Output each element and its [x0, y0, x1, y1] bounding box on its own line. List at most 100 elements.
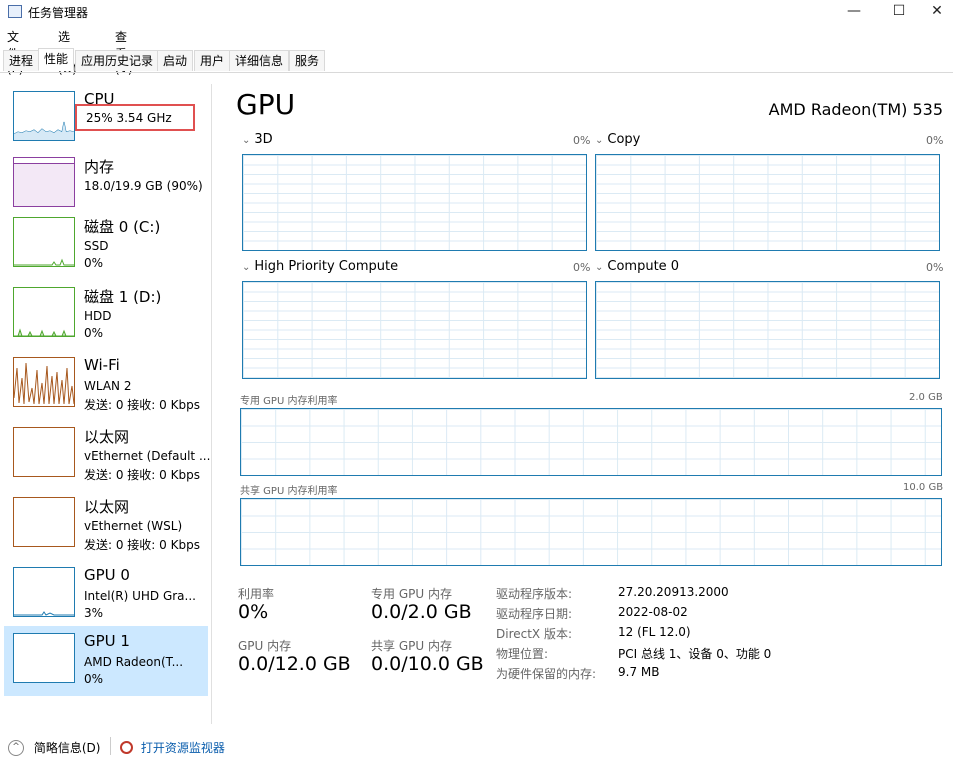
disk1-type: HDD — [84, 309, 112, 323]
gpu-memory-label: GPU 内存 — [238, 639, 292, 653]
chevron-up-icon: ^ — [8, 739, 24, 756]
tab-startup[interactable]: 启动 — [157, 50, 194, 71]
sidebar-item-ethernet-default[interactable]: 以太网 vEthernet (Default ... 发送: 0 接收: 0 K… — [4, 420, 211, 490]
driver-version-value: 27.20.20913.2000 — [618, 585, 729, 599]
gpu0-usage: 3% — [84, 606, 104, 620]
sidebar-item-title: 以太网 — [84, 428, 130, 446]
dedicated-memory-max: 2.0 GB — [909, 392, 943, 403]
open-resource-monitor-link[interactable]: 打开资源监视器 — [120, 739, 225, 756]
sidebar-item-title: Wi-Fi — [84, 356, 120, 374]
engine-selector-high-priority-compute[interactable]: ⌄ High Priority Compute — [242, 259, 398, 274]
sidebar-item-ethernet-wsl[interactable]: 以太网 vEthernet (WSL) 发送: 0 接收: 0 Kbps — [4, 490, 208, 560]
directx-version-label: DirectX 版本: — [496, 627, 573, 641]
shared-gpu-memory-value: 0.0/10.0 GB — [371, 653, 484, 675]
fewer-details-button[interactable]: ^ 简略信息(D) — [8, 739, 100, 756]
memory-usage: 18.0/19.9 GB (90%) — [84, 179, 203, 193]
tab-strip: 进程 性能 应用历史记录 启动 用户 详细信息 服务 — [0, 48, 953, 73]
cpu-sparkline — [14, 121, 74, 140]
driver-date-value: 2022-08-02 — [618, 605, 688, 619]
chevron-down-icon: ⌄ — [242, 262, 251, 273]
sidebar-item-disk-1[interactable]: 磁盘 1 (D:) HDD 0% — [4, 280, 208, 350]
driver-version-label: 驱动程序版本: — [496, 587, 573, 601]
shared-gpu-memory-label: 共享 GPU 内存 — [371, 639, 452, 653]
minimize-button[interactable]: — — [831, 0, 877, 24]
tab-details[interactable]: 详细信息 — [229, 50, 290, 71]
window-title: 任务管理器 — [28, 6, 89, 20]
engine-hpc-graph — [242, 281, 587, 379]
engine-3d-pct: 0% — [573, 134, 591, 147]
chevron-down-icon: ⌄ — [595, 262, 604, 273]
dedicated-memory-graph — [240, 408, 942, 476]
resource-monitor-icon — [120, 741, 133, 754]
annotation-highlight-box — [75, 104, 195, 131]
page-title: GPU — [236, 88, 296, 121]
dedicated-memory-label: 专用 GPU 内存利用率 — [240, 396, 338, 407]
chevron-down-icon: ⌄ — [242, 135, 251, 146]
sidebar-item-title: 内存 — [84, 158, 115, 176]
title-bar: 任务管理器 — ☐ ✕ — [0, 0, 953, 24]
ethernet-wsl-adapter: vEthernet (WSL) — [84, 519, 183, 533]
tab-services[interactable]: 服务 — [289, 50, 326, 71]
disk1-thumbnail-graph — [13, 287, 75, 337]
driver-date-label: 驱动程序日期: — [496, 607, 573, 621]
tab-users[interactable]: 用户 — [194, 50, 231, 71]
tab-performance[interactable]: 性能 — [38, 48, 75, 71]
cpu-thumbnail-graph — [13, 91, 75, 141]
gpu-memory-value: 0.0/12.0 GB — [238, 653, 351, 675]
sidebar-item-title: 磁盘 1 (D:) — [84, 288, 162, 306]
tab-processes[interactable]: 进程 — [3, 50, 40, 71]
sidebar-item-gpu-1[interactable]: GPU 1 AMD Radeon(T... 0% — [4, 626, 208, 696]
gpu1-model: AMD Radeon(T... — [84, 655, 184, 669]
wifi-thumbnail-graph — [13, 357, 75, 407]
task-manager-app-icon — [8, 5, 22, 18]
ethernet-default-adapter: vEthernet (Default ... — [84, 449, 211, 463]
engine-copy-graph — [595, 154, 940, 251]
sidebar-item-title: GPU 1 — [84, 632, 130, 650]
chevron-down-icon: ⌄ — [595, 135, 604, 146]
ethernet-wsl-thumbnail-graph — [13, 497, 75, 547]
disk0-usage: 0% — [84, 256, 104, 270]
disk1-usage: 0% — [84, 326, 104, 340]
engine-compute0-pct: 0% — [926, 261, 944, 274]
directx-version-value: 12 (FL 12.0) — [618, 625, 691, 639]
engine-compute0-graph — [595, 281, 940, 379]
engine-selector-compute-0[interactable]: ⌄ Compute 0 — [595, 259, 679, 274]
disk0-type: SSD — [84, 239, 109, 253]
engine-selector-copy[interactable]: ⌄ Copy — [595, 132, 640, 147]
gpu0-model: Intel(R) UHD Gra... — [84, 589, 196, 603]
sidebar-item-wifi[interactable]: Wi-Fi WLAN 2 发送: 0 接收: 0 Kbps — [4, 350, 208, 420]
gpu-model-name: AMD Radeon(TM) 535 — [768, 100, 943, 119]
sidebar-item-title: GPU 0 — [84, 566, 130, 584]
tab-app-history[interactable]: 应用历史记录 — [75, 50, 160, 71]
sidebar-item-gpu-0[interactable]: GPU 0 Intel(R) UHD Gra... 3% — [4, 560, 208, 630]
shared-memory-max: 10.0 GB — [903, 482, 944, 493]
gpu1-thumbnail-graph — [13, 633, 75, 683]
disk0-thumbnail-graph — [13, 217, 75, 267]
maximize-button[interactable]: ☐ — [876, 0, 922, 24]
ethernet-wsl-throughput: 发送: 0 接收: 0 Kbps — [84, 538, 200, 552]
hardware-reserved-memory-label: 为硬件保留的内存: — [496, 667, 597, 681]
engine-3d-graph — [242, 154, 587, 251]
utilization-label: 利用率 — [238, 587, 275, 601]
memory-thumbnail-graph — [13, 157, 75, 207]
shared-memory-graph — [240, 498, 942, 566]
open-resource-monitor-label: 打开资源监视器 — [140, 741, 225, 755]
gpu0-thumbnail-graph — [13, 567, 75, 617]
close-button[interactable]: ✕ — [921, 0, 953, 24]
dedicated-gpu-memory-value: 0.0/2.0 GB — [371, 601, 472, 623]
sidebar-item-title: 以太网 — [84, 498, 130, 516]
hardware-reserved-memory-value: 9.7 MB — [618, 665, 660, 679]
sidebar-item-disk-0[interactable]: 磁盘 0 (C:) SSD 0% — [4, 210, 208, 280]
engine-selector-3d[interactable]: ⌄ 3D — [242, 132, 273, 147]
fewer-details-label: 简略信息(D) — [33, 741, 101, 755]
physical-location-value: PCI 总线 1、设备 0、功能 0 — [618, 647, 772, 661]
sidebar-item-title: 磁盘 0 (C:) — [84, 218, 161, 236]
ethernet-default-thumbnail-graph — [13, 427, 75, 477]
wifi-throughput: 发送: 0 接收: 0 Kbps — [84, 398, 200, 412]
ethernet-default-throughput: 发送: 0 接收: 0 Kbps — [84, 468, 200, 482]
dedicated-gpu-memory-label: 专用 GPU 内存 — [371, 587, 452, 601]
utilization-value: 0% — [238, 601, 269, 623]
engine-hpc-pct: 0% — [573, 261, 591, 274]
shared-memory-label: 共享 GPU 内存利用率 — [240, 486, 338, 497]
gpu1-usage: 0% — [84, 672, 104, 686]
